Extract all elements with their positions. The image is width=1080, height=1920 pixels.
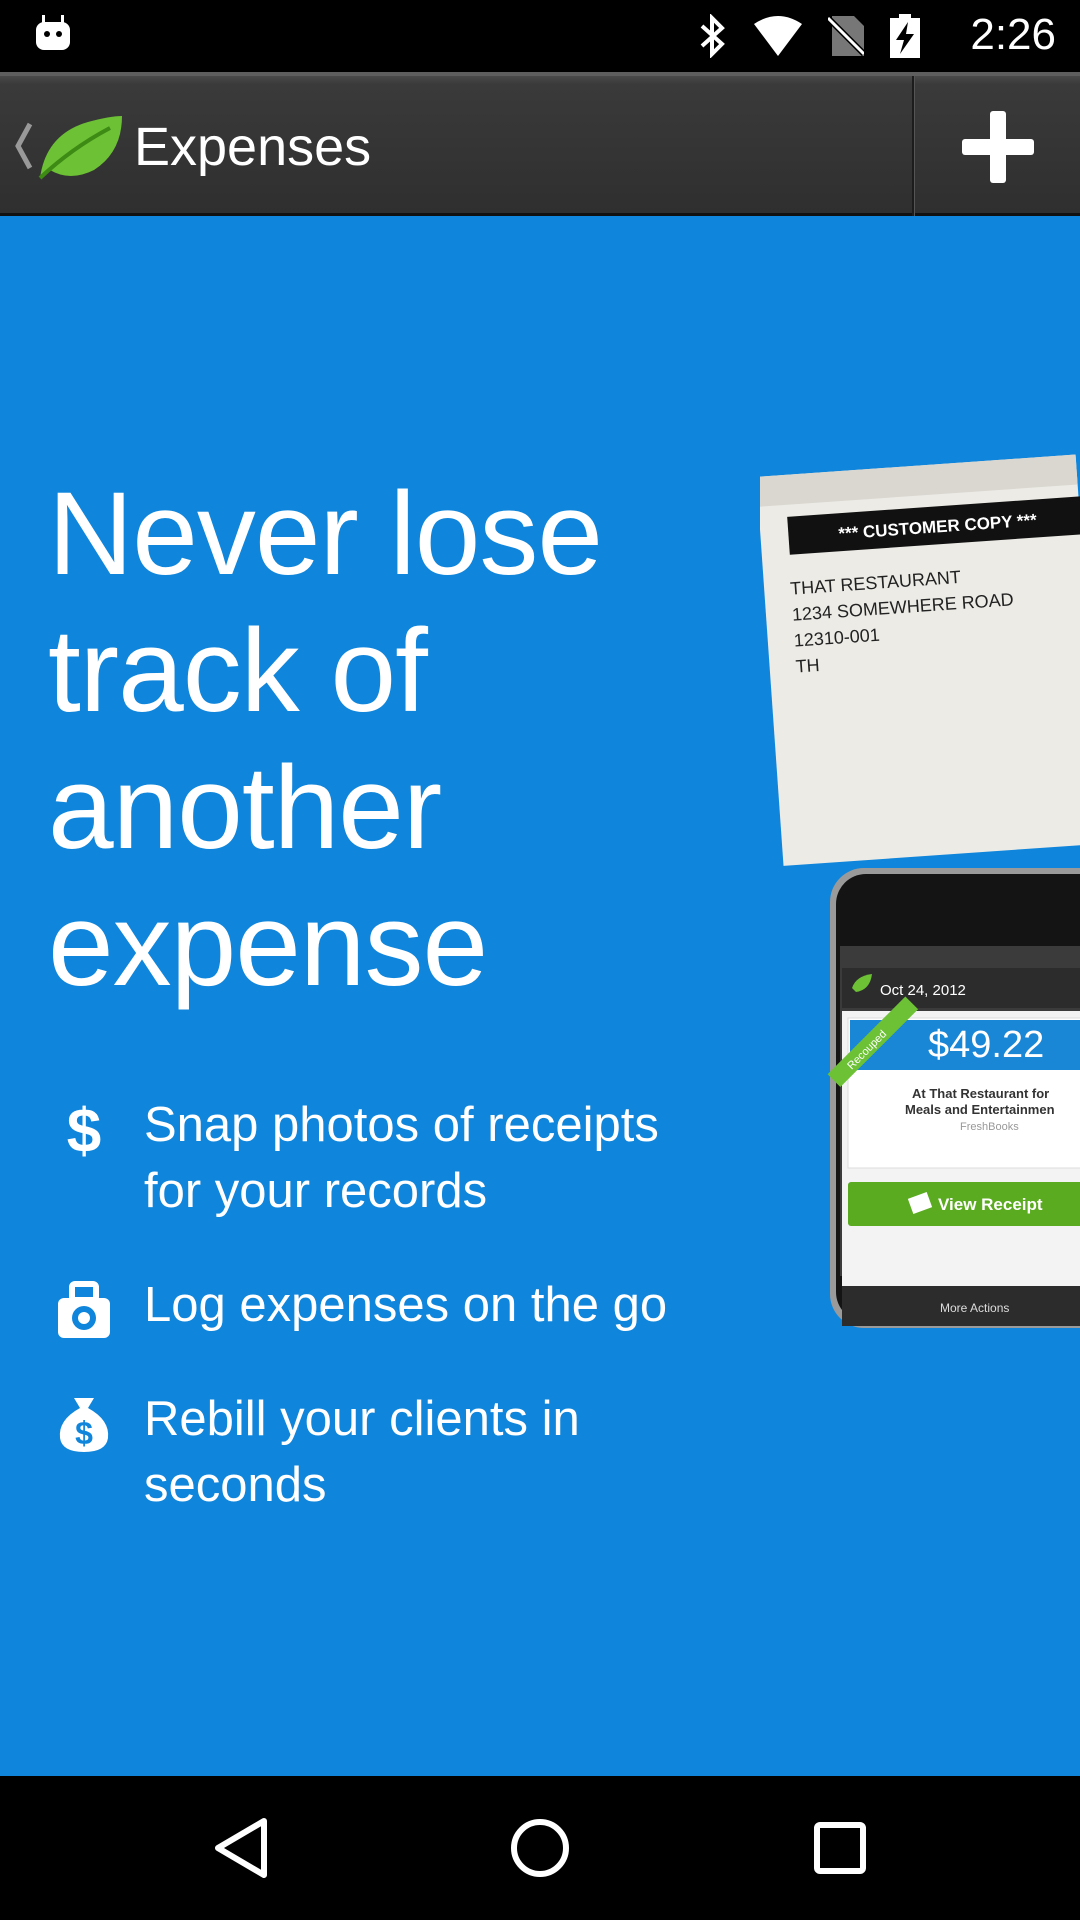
no-sim-icon: [828, 16, 864, 56]
feature-text: Snap photos of receipts for your records: [144, 1098, 659, 1218]
phone-more-actions: More Actions: [940, 1301, 1009, 1315]
page-title: Expenses: [134, 117, 372, 177]
phone-description: Meals and Entertainmen: [905, 1102, 1055, 1117]
receipt-phone-illustration: *** CUSTOMER COPY *** THAT RESTAURANT 12…: [760, 454, 1080, 1328]
action-bar: Expenses: [0, 72, 1080, 217]
feature-item: $ Snap photos of receipts for your recor…: [54, 1092, 734, 1224]
svg-text:$: $: [75, 1415, 93, 1451]
feature-text: Rebill your clients in seconds: [144, 1392, 580, 1512]
phone-company: FreshBooks: [960, 1121, 1019, 1133]
phone-date: Oct 24, 2012: [880, 982, 966, 999]
phone-view-receipt: View Receipt: [938, 1195, 1043, 1214]
headline-line: Never lose: [48, 468, 603, 600]
recents-icon: [814, 1822, 866, 1874]
phone-mockup: Oct 24, 2012 $49.22 Recouped At That Res…: [827, 868, 1080, 1328]
bluetooth-icon: [700, 14, 725, 58]
feature-item: $ Rebill your clients in seconds: [54, 1386, 734, 1518]
dollar-icon: $: [67, 1100, 101, 1160]
up-chevron-icon[interactable]: [10, 118, 36, 174]
action-bar-divider: [912, 76, 915, 217]
money-bag-icon: $: [59, 1398, 109, 1452]
headline-line: expense: [48, 879, 488, 1011]
feature-item: Log expenses on the go: [54, 1272, 734, 1340]
headline-line: another: [48, 742, 442, 874]
promo-content: Never lose track of another expense $ Sn…: [0, 216, 1080, 1776]
back-button[interactable]: [198, 1806, 282, 1890]
feature-text: Log expenses on the go: [144, 1278, 668, 1332]
freshbooks-leaf-logo[interactable]: [36, 112, 124, 182]
camera-icon: [58, 1281, 110, 1338]
wifi-icon: [754, 16, 802, 56]
clock: 2:26: [970, 10, 1056, 59]
add-expense-button[interactable]: [916, 76, 1080, 217]
battery-charging-icon: [890, 14, 920, 58]
svg-text:$: $: [67, 1100, 101, 1160]
system-icons: [696, 14, 920, 58]
headline-line: track of: [48, 605, 428, 737]
receipt-line: TH: [795, 655, 820, 677]
status-bar: 2:26: [0, 0, 1080, 72]
navigation-bar: [0, 1776, 1080, 1920]
home-button[interactable]: [498, 1806, 582, 1890]
home-icon: [511, 1819, 569, 1877]
headline: Never lose track of another expense: [48, 466, 688, 1014]
receipt-image: *** CUSTOMER COPY *** THAT RESTAURANT 12…: [760, 454, 1080, 866]
plus-icon: [962, 110, 1034, 183]
back-icon: [215, 1818, 267, 1878]
recents-button[interactable]: [798, 1806, 882, 1890]
android-debug-icon: [36, 15, 70, 50]
phone-amount: $49.22: [928, 1024, 1044, 1066]
phone-description: At That Restaurant for: [912, 1086, 1049, 1101]
